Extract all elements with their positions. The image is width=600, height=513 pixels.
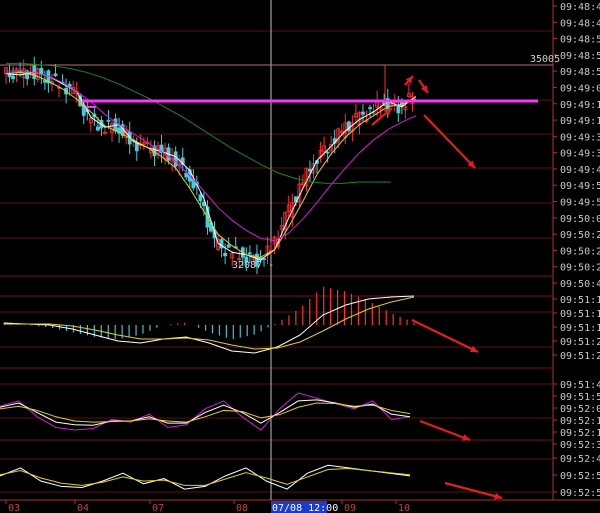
candle-body (198, 194, 203, 202)
y-tick-label: 09:52:5 (560, 471, 600, 482)
y-tick-label: 09:52:1 (560, 416, 600, 427)
candle-body (223, 252, 228, 257)
candle-body (134, 142, 139, 152)
candle-body (396, 105, 401, 114)
y-tick-label: 09:48:5 (560, 35, 600, 46)
candle-body (95, 126, 100, 131)
y-tick-label: 09:52:4 (560, 454, 600, 465)
x-tick-label: 10 (398, 503, 410, 513)
background (0, 0, 600, 513)
stock-chart[interactable]: 09:48:4 09:48:4 09:48:5 09:48:5 09:48:5 09:49… (0, 0, 600, 513)
x-tick-label: 04 (77, 503, 89, 513)
candle-body (173, 151, 178, 167)
candle-body (361, 111, 365, 115)
candle-body (42, 80, 47, 83)
y-tick-label: 09:49:4 (560, 165, 600, 176)
y-tick-label: 09:48:5 (560, 67, 600, 78)
y-tick-label: 09:49:3 (560, 132, 600, 143)
candle-body (106, 119, 111, 122)
y-tick-label: 09:49:0 (560, 83, 600, 94)
x-tick-label: 03 (8, 503, 20, 513)
y-tick-label: 09:48:5 (560, 51, 600, 62)
y-tick-label: 09:49:1 (560, 100, 600, 111)
y-tick-label: 09:52:1 (560, 428, 600, 439)
y-tick-label: 09:49:3 (560, 149, 600, 160)
y-tick-label: 09:50:2 (560, 246, 600, 257)
high-label: 35005 (530, 54, 560, 65)
y-tick-label: 09:51:2 (560, 337, 600, 348)
y-tick-label: 09:52:0 (560, 404, 600, 415)
candle-body (368, 107, 372, 109)
y-tick-label: 09:49:5 (560, 198, 600, 209)
candle-body (226, 244, 231, 248)
x-tick-label: 07 (152, 503, 164, 513)
y-tick-label: 09:51:5 (560, 392, 600, 403)
candle-body (308, 168, 312, 172)
y-tick-label: 09:50:2 (560, 263, 600, 274)
y-tick-label: 09:50:0 (560, 214, 600, 225)
y-tick-label: 09:52:5 (560, 488, 600, 499)
y-tick-label: 09:48:4 (560, 18, 600, 29)
cursor-time-label: 07/08 12:00 (272, 503, 338, 513)
y-tick-label: 09:51:4 (560, 380, 600, 391)
y-tick-label: 09:51:1 (560, 295, 600, 306)
candle-body (11, 75, 15, 80)
y-tick-label: 09:52:3 (560, 440, 600, 451)
candle-body (53, 73, 58, 76)
y-tick-label: 09:49:5 (560, 181, 600, 192)
candle-body (247, 252, 252, 255)
y-tick-label: 09:51:2 (560, 351, 600, 362)
chart-window: 09:48:4 09:48:4 09:48:5 09:48:5 09:48:5 09:49… (0, 0, 600, 513)
y-tick-label: 09:50:2 (560, 230, 600, 241)
x-tick-label: 08 (236, 503, 248, 513)
x-tick-label: 09 (344, 503, 356, 513)
y-tick-label: 09:50:4 (560, 279, 600, 290)
y-tick-label: 09:51:1 (560, 323, 600, 334)
low-label: 32087 - (232, 260, 274, 271)
y-tick-label: 09:49:1 (560, 116, 600, 127)
candle-body (325, 151, 330, 154)
y-tick-label: 09:51:1 (560, 309, 600, 320)
y-tick-label: 09:48:4 (560, 2, 600, 13)
